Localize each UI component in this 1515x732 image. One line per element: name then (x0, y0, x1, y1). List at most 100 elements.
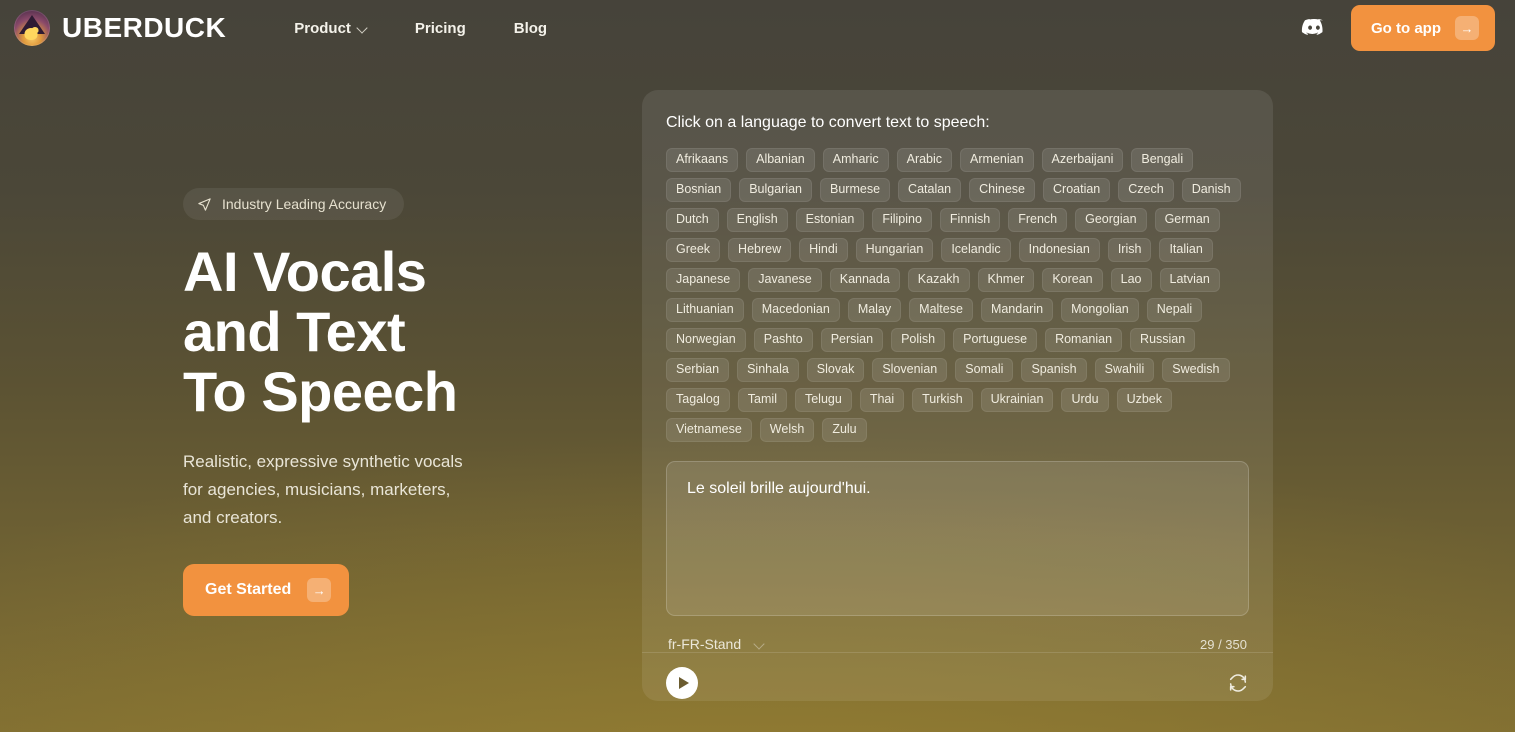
language-chip[interactable]: Persian (820, 328, 884, 352)
language-chip[interactable]: Portuguese (953, 328, 1038, 352)
language-chip[interactable]: Kazakh (907, 268, 970, 292)
language-chip[interactable]: Urdu (1061, 388, 1109, 412)
language-chip[interactable]: French (1008, 208, 1068, 232)
language-chip[interactable]: Slovenian (872, 358, 948, 382)
play-button[interactable] (666, 666, 698, 699)
language-chip[interactable]: German (1154, 208, 1220, 232)
language-chip[interactable]: Chinese (969, 178, 1036, 202)
language-chip[interactable]: Burmese (820, 178, 891, 202)
language-chip[interactable]: Lithuanian (666, 298, 744, 322)
language-chip[interactable]: Malay (847, 298, 902, 322)
get-started-button[interactable]: Get Started → (183, 564, 350, 616)
language-chip[interactable]: Filipino (872, 208, 932, 232)
language-chip[interactable]: Albanian (746, 148, 815, 172)
language-chip[interactable]: Bengali (1131, 148, 1194, 172)
language-chip[interactable]: Dutch (666, 208, 719, 232)
language-chip[interactable]: Hungarian (855, 238, 934, 262)
language-chip[interactable]: Tagalog (666, 388, 730, 412)
language-chip[interactable]: Bulgarian (739, 178, 813, 202)
arrow-right-icon: → (1455, 16, 1479, 40)
language-chip[interactable]: Georgian (1075, 208, 1147, 232)
site-header: UBERDUCK Product Pricing Blog Go to app … (0, 0, 1515, 56)
language-chip[interactable]: Irish (1107, 238, 1152, 262)
language-chip[interactable]: Slovak (806, 358, 865, 382)
language-chip[interactable]: Indonesian (1018, 238, 1100, 262)
language-chip[interactable]: Spanish (1021, 358, 1087, 382)
language-chip[interactable]: Telugu (794, 388, 852, 412)
tts-text-input[interactable] (666, 461, 1249, 616)
language-chip[interactable]: Swedish (1162, 358, 1230, 382)
language-chip[interactable]: Catalan (898, 178, 962, 202)
language-chip[interactable]: Tamil (737, 388, 787, 412)
accuracy-badge[interactable]: Industry Leading Accuracy (183, 188, 405, 220)
play-icon (678, 676, 689, 689)
language-chip[interactable]: Sinhala (737, 358, 799, 382)
language-chip[interactable]: Javanese (748, 268, 822, 292)
language-chip[interactable]: Uzbek (1116, 388, 1172, 412)
brand-logo[interactable]: UBERDUCK (14, 10, 226, 46)
language-chip[interactable]: Khmer (977, 268, 1035, 292)
main-nav: Product Pricing Blog (270, 12, 571, 45)
page-title: AI Vocals and Text To Speech (183, 242, 603, 422)
language-chip[interactable]: Afrikaans (666, 148, 739, 172)
language-chip[interactable]: Ukrainian (980, 388, 1054, 412)
language-chip[interactable]: Swahili (1094, 358, 1155, 382)
language-chip[interactable]: Estonian (795, 208, 865, 232)
language-chip[interactable]: Welsh (759, 418, 815, 442)
hero-subtitle: Realistic, expressive synthetic vocals f… (183, 452, 463, 527)
language-chip[interactable]: Azerbaijani (1041, 148, 1124, 172)
page-title-line-3: To Speech (183, 360, 458, 423)
nav-item-blog[interactable]: Blog (490, 12, 571, 45)
language-chip[interactable]: Mongolian (1061, 298, 1139, 322)
language-chip[interactable]: Norwegian (666, 328, 746, 352)
character-counter: 29 / 350 (1200, 636, 1247, 652)
language-chip[interactable]: Japanese (666, 268, 741, 292)
language-chip[interactable]: Somali (955, 358, 1014, 382)
language-chip[interactable]: Nepali (1146, 298, 1203, 322)
card-heading: Click on a language to convert text to s… (666, 114, 990, 131)
discord-icon[interactable] (1301, 15, 1327, 41)
language-chip[interactable]: Serbian (666, 358, 730, 382)
language-chip[interactable]: Macedonian (751, 298, 840, 322)
chevron-down-icon (755, 640, 764, 649)
tts-card-body: Click on a language to convert text to s… (642, 90, 1273, 652)
language-chip[interactable]: Maltese (909, 298, 973, 322)
language-chip[interactable]: Croatian (1043, 178, 1111, 202)
language-chip[interactable]: Russian (1130, 328, 1196, 352)
language-chip[interactable]: Korean (1042, 268, 1103, 292)
language-chip[interactable]: Latvian (1159, 268, 1220, 292)
language-chip[interactable]: Hindi (799, 238, 848, 262)
nav-item-product[interactable]: Product (270, 12, 391, 45)
voice-select[interactable]: fr-FR-Stand (668, 636, 764, 652)
tts-card-footer (642, 652, 1273, 701)
language-chip[interactable]: Vietnamese (666, 418, 752, 442)
language-chip[interactable]: Lao (1110, 268, 1152, 292)
language-chip[interactable]: Greek (666, 238, 721, 262)
language-chip[interactable]: Thai (859, 388, 905, 412)
language-chip[interactable]: Icelandic (941, 238, 1011, 262)
language-chip[interactable]: Amharic (822, 148, 889, 172)
brand-name: UBERDUCK (62, 12, 227, 43)
language-chip[interactable]: Mandarin (980, 298, 1054, 322)
language-chip[interactable]: Zulu (822, 418, 867, 442)
language-chip[interactable]: Polish (891, 328, 946, 352)
language-chip[interactable]: Hebrew (728, 238, 792, 262)
language-chip[interactable]: Armenian (960, 148, 1034, 172)
language-chip[interactable]: Arabic (896, 148, 953, 172)
go-to-app-button[interactable]: Go to app → (1351, 5, 1495, 51)
language-chip[interactable]: Romanian (1045, 328, 1123, 352)
language-chip[interactable]: Kannada (829, 268, 900, 292)
refresh-icon (1229, 673, 1247, 692)
refresh-button[interactable] (1227, 672, 1249, 694)
language-chip[interactable]: Bosnian (666, 178, 732, 202)
language-chip[interactable]: Pashto (753, 328, 813, 352)
nav-item-pricing[interactable]: Pricing (391, 12, 490, 45)
language-chip[interactable]: English (726, 208, 788, 232)
language-chip[interactable]: Italian (1159, 238, 1213, 262)
language-chip[interactable]: Czech (1118, 178, 1174, 202)
language-chip[interactable]: Danish (1181, 178, 1241, 202)
header-actions: Go to app → (1301, 5, 1495, 51)
language-chip[interactable]: Finnish (939, 208, 1001, 232)
language-chip[interactable]: Turkish (912, 388, 973, 412)
tts-meta-row: fr-FR-Stand 29 / 350 (666, 636, 1249, 652)
